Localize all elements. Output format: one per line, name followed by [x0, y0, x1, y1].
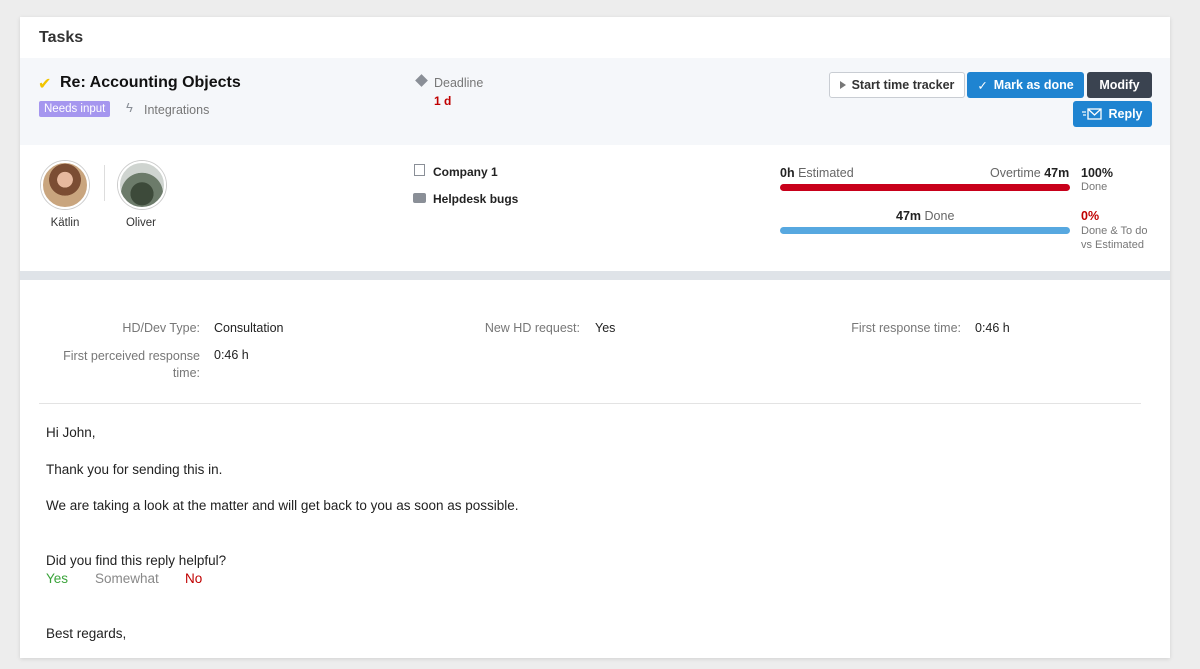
vs-estimated-percentage: 0%	[1081, 209, 1100, 223]
message-greeting: Hi John,	[46, 425, 96, 440]
task-details: Kätlin Oliver Company 1 Helpdesk bugs 0h…	[20, 145, 1170, 271]
check-icon[interactable]: ✔	[38, 74, 51, 94]
message-line: Thank you for sending this in.	[46, 462, 223, 477]
avatar[interactable]	[41, 161, 89, 209]
avatar[interactable]	[118, 161, 166, 209]
divider	[104, 165, 105, 201]
deadline-label: Deadline	[434, 76, 484, 90]
done-progress-bar	[780, 227, 1070, 234]
estimate-progress-bar	[780, 184, 1070, 191]
field-value: 0:46 h	[975, 321, 1010, 335]
overtime: Overtime 47m	[990, 166, 1070, 180]
start-time-tracker-label: Start time tracker	[851, 78, 955, 92]
field-value: Yes	[595, 321, 616, 335]
message-line: We are taking a look at the matter and w…	[46, 498, 519, 513]
task-card: Tasks ✔ Re: Accounting Objects Needs inp…	[20, 17, 1170, 658]
field-label: First response time:	[851, 321, 961, 335]
mark-as-done-button[interactable]: ✓ Mark as done	[967, 72, 1084, 98]
field-label: New HD request:	[484, 321, 580, 335]
envelope-icon	[1082, 108, 1103, 120]
section-divider	[20, 271, 1170, 280]
task-title: Re: Accounting Objects	[60, 74, 241, 91]
page-title: Tasks	[39, 29, 84, 46]
status-badge[interactable]: Needs input	[39, 101, 111, 117]
deadline-value: 1 d	[434, 94, 452, 108]
play-icon	[839, 81, 846, 89]
message-closing: Best regards,	[46, 626, 127, 641]
reply-label: Reply	[1108, 107, 1143, 121]
briefcase-icon	[413, 193, 426, 203]
field-value: Consultation	[214, 321, 284, 335]
lightning-icon: ϟ	[126, 100, 133, 115]
modify-button[interactable]: Modify	[1087, 72, 1152, 98]
done-time: 47m Done	[896, 209, 955, 223]
done-percentage: 100%	[1081, 166, 1113, 180]
feedback-somewhat-link[interactable]: Somewhat	[95, 571, 159, 586]
field-label: First perceived response time:	[63, 349, 200, 380]
field-value: 0:46 h	[214, 348, 249, 362]
feedback-yes-link[interactable]: Yes	[46, 571, 68, 586]
vs-estimated-label: Done & To do vs Estimated	[1081, 225, 1148, 251]
company-name[interactable]: Company 1	[433, 165, 498, 179]
mark-as-done-label: Mark as done	[993, 78, 1074, 92]
estimated-time: 0h Estimated	[780, 166, 854, 180]
building-icon	[414, 164, 425, 176]
diamond-icon	[415, 74, 428, 87]
assignee-name: Oliver	[125, 217, 157, 229]
field-label: HD/Dev Type:	[122, 321, 200, 335]
start-time-tracker-button[interactable]: Start time tracker	[829, 72, 965, 98]
task-header: ✔ Re: Accounting Objects Needs input ϟ I…	[20, 58, 1170, 145]
assignee-name: Kätlin	[50, 217, 80, 229]
feedback-question: Did you find this reply helpful?	[46, 553, 227, 568]
checkmark-icon: ✓	[977, 78, 988, 93]
project-name[interactable]: Helpdesk bugs	[433, 192, 518, 206]
reply-button[interactable]: Reply	[1073, 101, 1152, 127]
done-percentage-label: Done	[1081, 181, 1108, 193]
divider	[39, 403, 1141, 404]
feedback-no-link[interactable]: No	[185, 571, 202, 586]
task-category[interactable]: Integrations	[144, 103, 209, 117]
